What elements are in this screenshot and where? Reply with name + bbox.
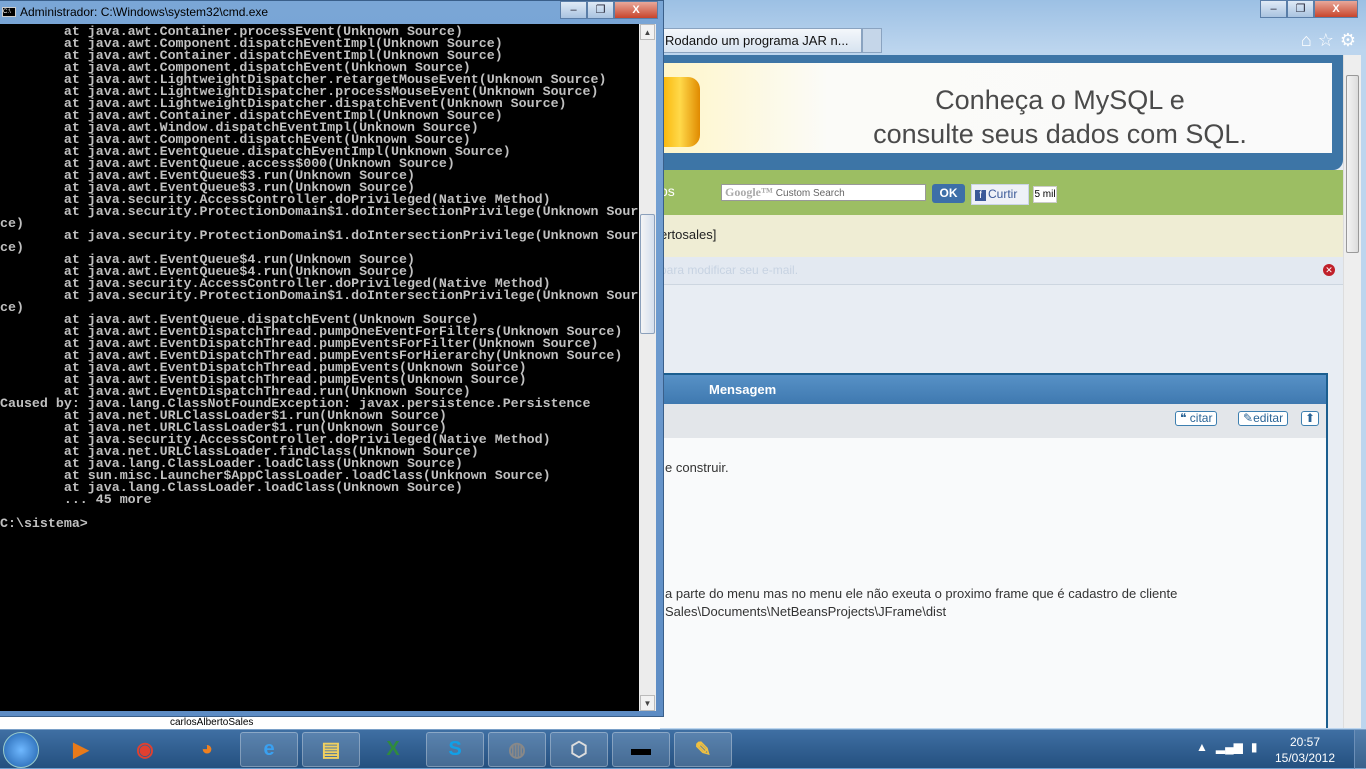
taskbar-media-player[interactable]: ▶: [52, 732, 110, 767]
like-label: Curtir: [988, 187, 1018, 201]
scrollbar-thumb[interactable]: [1346, 75, 1359, 253]
taskbar-cmd[interactable]: ▬: [612, 732, 670, 767]
taskbar-paint[interactable]: ✎: [674, 732, 732, 767]
mysql-banner[interactable]: Conheça o MySQL e consulte seus dados co…: [660, 55, 1343, 170]
database-icon: [660, 77, 700, 147]
quote-label: citar: [1189, 411, 1213, 425]
page-scrollbar[interactable]: [1343, 55, 1361, 728]
edit-label: editar: [1253, 411, 1284, 425]
scroll-down-icon[interactable]: ▼: [640, 695, 655, 711]
cmd-restore-button[interactable]: ❐: [587, 1, 614, 19]
excel-icon: X: [386, 738, 400, 760]
console-line: at java.security.ProtectionDomain$1.doIn…: [0, 204, 639, 219]
notice-bar: para modificar seu e-mail. ✕: [660, 257, 1343, 285]
tray-expand-icon[interactable]: ▲: [1196, 740, 1208, 754]
scrollbar-thumb[interactable]: [640, 214, 655, 334]
clock-date: 15/03/2012: [1274, 751, 1336, 765]
gear-icon[interactable]: ⚙: [1340, 30, 1356, 51]
star-icon[interactable]: ☆: [1318, 30, 1334, 51]
banner-line1: Conheça o MySQL e: [935, 85, 1185, 115]
web-page: Conheça o MySQL e consulte seus dados co…: [660, 55, 1343, 728]
media-player-icon: ▶: [73, 739, 89, 761]
post-line: Sales\Documents\NetBeansProjects\JFrame\…: [665, 604, 947, 619]
taskbar-excel[interactable]: X: [364, 732, 422, 767]
post-line: a parte do menu mas no menu ele não exeu…: [665, 586, 1178, 601]
clock[interactable]: 20:57 15/03/2012: [1270, 734, 1340, 766]
scroll-up-icon[interactable]: ▲: [640, 24, 655, 40]
cmd-icon: ▬: [631, 738, 651, 760]
chrome-icon: ◉: [136, 739, 154, 761]
search-placeholder: Custom Search: [775, 188, 845, 199]
browser-tab[interactable]: Rodando um programa JAR n...: [662, 28, 862, 53]
edit-button[interactable]: ✎editar: [1238, 411, 1289, 426]
taskbar-internet-explorer[interactable]: e: [240, 732, 298, 767]
power-icon[interactable]: ▮: [1251, 740, 1258, 754]
post-panel: Mensagem ❝ citar ✎editar ⬆ e construir. …: [660, 373, 1328, 728]
banner-line2: consulte seus dados com SQL.: [873, 119, 1247, 149]
user-bar[interactable]: ertosales]: [660, 215, 1343, 257]
console-scrollbar[interactable]: ▲ ▼: [639, 24, 656, 711]
cmd-icon: C:\: [2, 7, 16, 17]
start-button[interactable]: [3, 732, 39, 768]
google-logo: Google™: [725, 185, 773, 199]
skype-icon: S: [448, 738, 462, 760]
paint-icon: ✎: [694, 739, 712, 761]
console-output[interactable]: at java.awt.Container.processEvent(Unkno…: [0, 24, 639, 711]
console-line: at java.security.ProtectionDomain$1.doIn…: [0, 228, 639, 243]
minimize-button[interactable]: –: [1260, 0, 1287, 18]
console-line: at java.security.ProtectionDomain$1.doIn…: [0, 288, 639, 303]
clock-time: 20:57: [1289, 735, 1321, 749]
taskbar: ▶ ◉ ◕ e ▤ X S ◍ ⬡ ▬ ✎ ▲ ▂▄▆ ▮ 20:57 15/03/2012: [0, 729, 1366, 769]
cmd-minimize-button[interactable]: –: [560, 1, 587, 19]
netbeans-icon: ◍: [508, 739, 526, 761]
nav-bar: os Google™ Custom Search OK f Curtir 5 mi…: [660, 170, 1343, 215]
taskbar-virtualbox[interactable]: ⬡: [550, 732, 608, 767]
search-ok-button[interactable]: OK: [932, 184, 965, 203]
new-tab-button[interactable]: [862, 28, 882, 53]
console-line: C:\sistema>: [0, 516, 88, 531]
show-desktop-button[interactable]: [1354, 730, 1366, 769]
post-actions: ❝ citar ✎editar ⬆: [660, 404, 1326, 438]
post-line: e construir.: [665, 460, 729, 475]
firefox-icon: ◕: [200, 738, 214, 760]
cmd-window: Administrador: C:\Windows\system32\cmd.e…: [0, 0, 664, 717]
taskbar-skype[interactable]: S: [426, 732, 484, 767]
taskbar-firefox[interactable]: ◕: [178, 732, 236, 767]
restore-button[interactable]: ❐: [1287, 0, 1314, 18]
like-count: 5 mil: [1033, 186, 1057, 203]
search-input[interactable]: Google™ Custom Search: [721, 184, 926, 201]
internet-explorer-icon: e: [263, 738, 275, 760]
close-icon[interactable]: ✕: [1323, 264, 1335, 276]
status-text: carlosAlbertoSales: [170, 717, 254, 728]
virtualbox-icon: ⬡: [570, 739, 588, 761]
cmd-close-button[interactable]: X: [614, 1, 658, 19]
notice-text[interactable]: para modificar seu e-mail.: [660, 263, 798, 277]
taskbar-file-explorer[interactable]: ▤: [302, 732, 360, 767]
post-header: Mensagem: [660, 375, 1326, 404]
facebook-like-button[interactable]: f Curtir: [971, 184, 1029, 205]
close-button[interactable]: X: [1314, 0, 1358, 18]
status-bar: carlosAlbertoSales: [0, 716, 660, 729]
taskbar-netbeans[interactable]: ◍: [488, 732, 546, 767]
top-button[interactable]: ⬆: [1301, 411, 1320, 426]
quote-button[interactable]: ❝ citar: [1175, 411, 1218, 426]
network-icon[interactable]: ▂▄▆: [1216, 740, 1243, 754]
taskbar-chrome[interactable]: ◉: [116, 732, 174, 767]
file-explorer-icon: ▤: [321, 739, 341, 761]
facebook-icon: f: [975, 190, 986, 201]
console-line: ... 45 more: [0, 492, 152, 507]
home-icon[interactable]: ⌂: [1301, 30, 1312, 51]
